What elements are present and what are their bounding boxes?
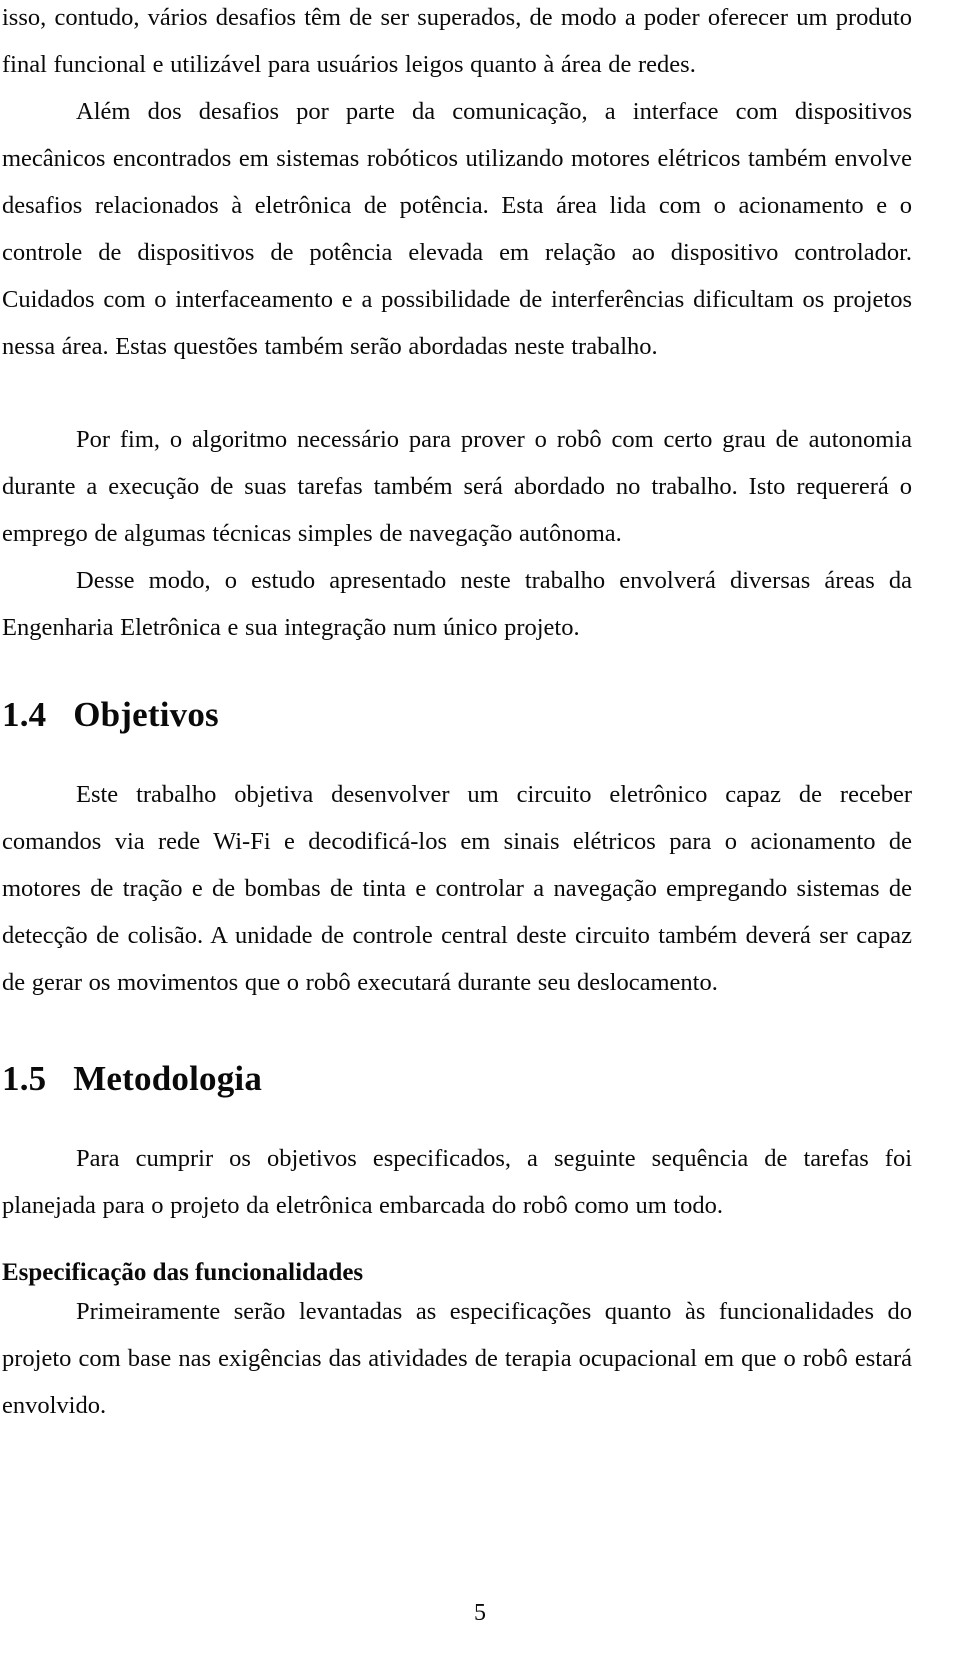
paragraph-metodologia: Para cumprir os objetivos especificados,… (2, 1145, 912, 1219)
page-number: 5 (474, 1600, 486, 1626)
paragraph-block-objetivos: Este trabalho objetiva desenvolver um ci… (2, 771, 912, 1006)
section-heading-objetivos: 1.4 Objetivos (2, 695, 219, 734)
document-page: isso, contudo, vários desafios têm de se… (0, 0, 960, 1656)
paragraph-block-especificacao: Primeiramente serão levantadas as especi… (2, 1288, 912, 1429)
paragraph-conclusion: Desse modo, o estudo apresentado neste t… (2, 567, 912, 641)
paragraph-block-metodologia: Para cumprir os objetivos especificados,… (2, 1135, 912, 1229)
paragraph-algorithm: Por fim, o algoritmo necessário para pro… (2, 426, 912, 547)
paragraph-block-conclusion: Desse modo, o estudo apresentado neste t… (2, 557, 912, 651)
section-heading-metodologia: 1.5 Metodologia (2, 1059, 263, 1098)
paragraph-objetivos: Este trabalho objetiva desenvolver um ci… (2, 781, 912, 996)
paragraph-especificacao: Primeiramente serão levantadas as especi… (2, 1298, 912, 1419)
paragraph-block-power-electronics: Além dos desafios por parte da comunicaç… (2, 88, 912, 370)
subsection-heading-especificacao-block: Especificação das funcionalidades (2, 1258, 912, 1288)
paragraph-block-algorithm: Por fim, o algoritmo necessário para pro… (2, 416, 912, 557)
paragraph-power-electronics: Além dos desafios por parte da comunicaç… (2, 98, 912, 360)
paragraph-continued: isso, contudo, vários desafios têm de se… (2, 4, 912, 78)
paragraph-block-continued: isso, contudo, vários desafios têm de se… (2, 0, 912, 88)
subsection-heading-especificacao-das-funcionalidades: Especificação das funcionalidades (2, 1259, 364, 1286)
section-heading-metodologia-block: 1.5 Metodologia (2, 1058, 912, 1100)
section-heading-objetivos-block: 1.4 Objetivos (2, 694, 912, 736)
